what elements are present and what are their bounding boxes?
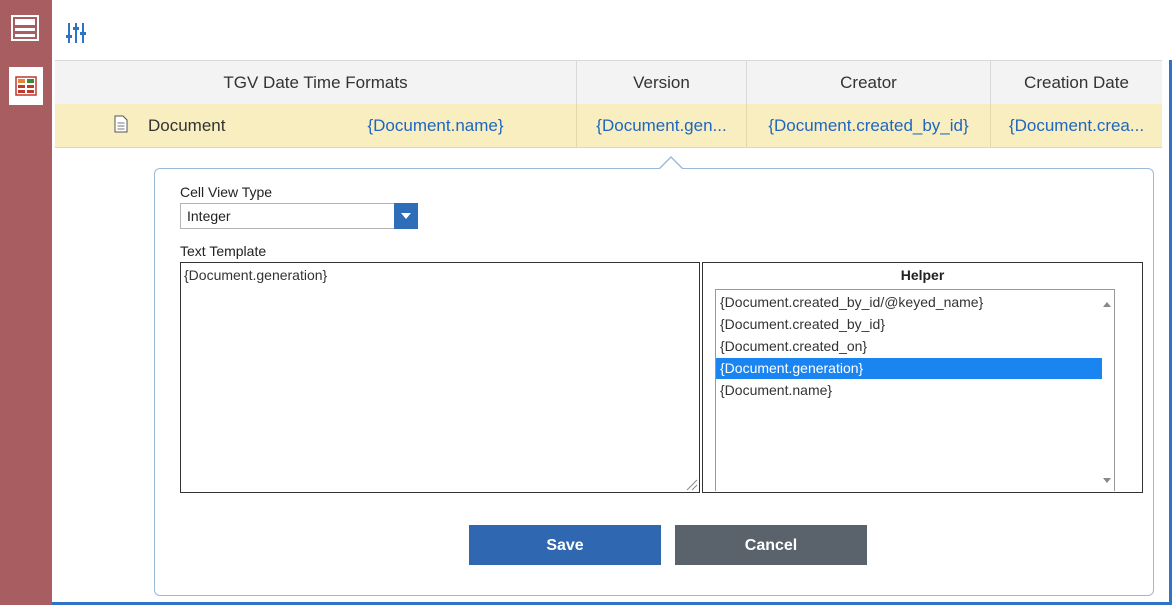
table-row[interactable]: Document {Document.name} {Document.gen..… [55, 104, 1162, 148]
text-template-label: Text Template [180, 243, 267, 259]
cancel-button[interactable]: Cancel [675, 525, 867, 565]
header-tgv-date-time-formats[interactable]: TGV Date Time Formats [55, 61, 577, 105]
scroll-up-button[interactable] [1102, 300, 1112, 308]
helper-item[interactable]: {Document.created_on} [716, 336, 1102, 357]
helper-item-selected[interactable]: {Document.generation} [716, 358, 1102, 379]
chevron-up-icon [1103, 301, 1111, 307]
cell-view-type-value: Integer [187, 208, 231, 224]
scroll-down-button[interactable] [1102, 476, 1112, 484]
header-version[interactable]: Version [577, 61, 747, 105]
helper-item[interactable]: {Document.name} [716, 380, 1102, 401]
header-creation-date[interactable]: Creation Date [991, 61, 1162, 105]
toolbar [52, 0, 1172, 60]
helper-title: Helper [900, 267, 945, 283]
cell-view-type-select[interactable]: Integer [180, 203, 418, 229]
row-type-label: Document [148, 116, 226, 135]
grid-icon [11, 15, 39, 41]
helper-item[interactable]: {Document.created_by_id} [716, 314, 1102, 335]
settings-sliders-button[interactable] [65, 21, 97, 51]
cell-creator[interactable]: {Document.created_by_id} [747, 104, 991, 147]
cell-version[interactable]: {Document.gen... [577, 104, 747, 147]
chevron-down-icon [401, 213, 411, 219]
text-template-input[interactable]: {Document.generation} [180, 262, 700, 493]
cell-creation-date[interactable]: {Document.crea... [991, 104, 1162, 147]
cell-view-type-label: Cell View Type [180, 184, 273, 200]
document-icon [114, 115, 128, 133]
left-sidebar [0, 0, 52, 605]
cell-name[interactable]: {Document.name} [295, 104, 577, 147]
chevron-down-icon [1103, 477, 1111, 483]
helper-item[interactable]: {Document.created_by_id/@keyed_name} [716, 292, 1102, 313]
grid-view-button[interactable] [9, 12, 41, 44]
helper-panel: Helper {Document.created_by_id/@keyed_na… [702, 262, 1143, 493]
grid-header: TGV Date Time Formats Version Creator Cr… [55, 60, 1162, 106]
panel-caret-fill [659, 158, 683, 170]
resize-grip-icon[interactable] [684, 477, 698, 491]
header-creator[interactable]: Creator [747, 61, 991, 105]
column-layout-button[interactable] [9, 67, 43, 105]
save-button[interactable]: Save [469, 525, 661, 565]
helper-list[interactable]: {Document.created_by_id/@keyed_name} {Do… [715, 289, 1115, 491]
dropdown-button[interactable] [394, 203, 418, 229]
settings-sliders-icon [66, 23, 86, 43]
column-layout-icon [15, 76, 37, 96]
